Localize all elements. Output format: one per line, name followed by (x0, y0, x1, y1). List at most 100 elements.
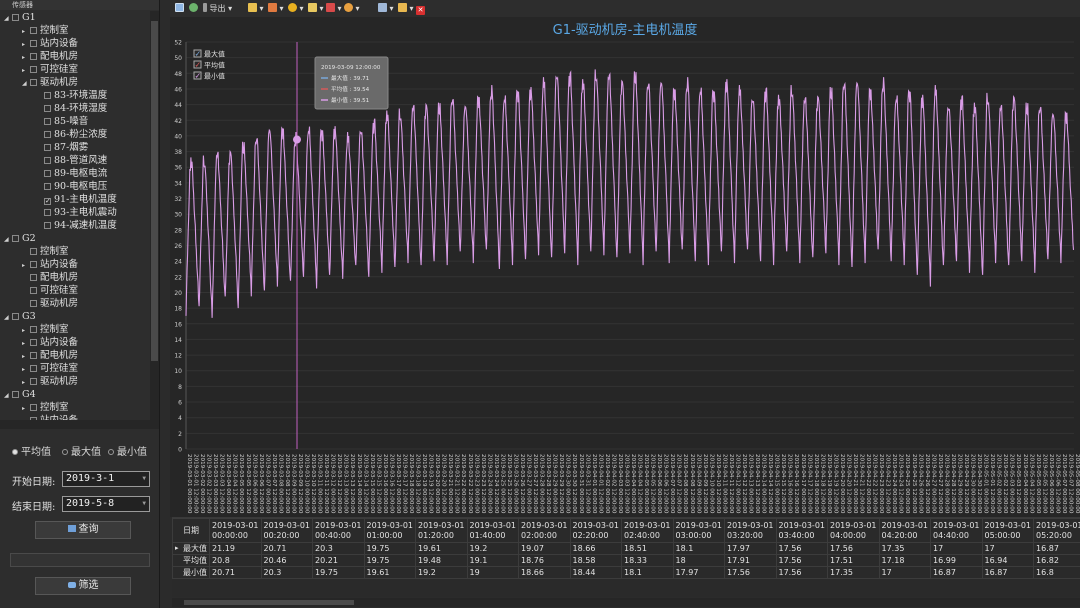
tree-checkbox[interactable] (44, 222, 51, 229)
print-icon[interactable]: ▾ (398, 3, 414, 14)
table-cell[interactable]: 17.56 (827, 542, 880, 555)
column-header[interactable]: 2019-03-01 04:00:00 (827, 518, 880, 543)
tree-node[interactable]: 可控硅室 (22, 284, 78, 297)
line-chart-icon[interactable]: ▾ (268, 3, 284, 14)
color-icon[interactable]: ▾ (326, 3, 342, 14)
tree-node[interactable]: ✓ 91-主电机温度 (36, 193, 117, 206)
table-cell[interactable]: 18.1 (621, 566, 674, 579)
tree-node[interactable]: 87-烟雾 (36, 141, 88, 154)
tree-checkbox[interactable] (44, 131, 51, 138)
filter-button[interactable]: 筛选 (35, 577, 131, 595)
table-cell[interactable]: 18.76 (518, 554, 571, 567)
table-cell[interactable]: 17.56 (775, 566, 828, 579)
table-cell[interactable]: 18.66 (518, 566, 571, 579)
column-header[interactable]: 2019-03-01 04:20:00 (878, 518, 931, 543)
table-cell[interactable]: 19 (466, 566, 519, 579)
start-date-input[interactable]: 2019-3-1 ▼ (62, 471, 150, 487)
table-cell[interactable]: 17.35 (878, 542, 931, 555)
chevron-down-icon[interactable]: ▼ (142, 497, 146, 511)
tree-checkbox[interactable] (30, 27, 37, 34)
table-cell[interactable]: 18.51 (621, 542, 674, 555)
tree-checkbox[interactable] (30, 352, 37, 359)
table-cell[interactable]: 17.97 (672, 566, 725, 579)
tree-node[interactable]: 配电机房 (22, 271, 78, 284)
column-header[interactable]: 2019-03-01 00:40:00 (312, 518, 365, 543)
table-cell[interactable]: 20.71 (209, 566, 262, 579)
radio-max[interactable]: 最大值 (62, 443, 101, 458)
table-cell[interactable]: 18.1 (672, 542, 725, 555)
column-header[interactable]: 2019-03-01 02:00:00 (518, 518, 571, 543)
tree-node[interactable]: ▸ 可控硅室 (22, 63, 78, 76)
table-cell[interactable]: 16.87 (1033, 542, 1080, 555)
table-cell[interactable]: 17 (930, 542, 983, 555)
sensor-tree[interactable]: ◢ G1 ▸ 控制室 ▸ 站内设备 ▸ 配电机房 ▸ 可控硅室 ◢ 驱动机房 83-环境温度 84-环境湿… (0, 11, 150, 429)
column-header[interactable]: 2019-03-01 01:20:00 (415, 518, 468, 543)
column-header[interactable]: 2019-03-01 04:40:00 (930, 518, 983, 543)
table-cell[interactable]: 17.35 (827, 566, 880, 579)
table-cell[interactable]: 21.19 (209, 542, 262, 555)
table-cell[interactable]: 17.97 (724, 542, 777, 555)
tree-node[interactable]: 89-电枢电流 (36, 167, 107, 180)
pie-chart-icon[interactable]: ▾ (288, 3, 304, 14)
tree-node[interactable]: ▸配电机房 (22, 50, 78, 63)
tree-checkbox[interactable] (30, 326, 37, 333)
tree-node[interactable]: 93-主电机震动 (36, 206, 117, 219)
tree-checkbox[interactable] (44, 183, 51, 190)
table-cell[interactable]: 19.75 (312, 566, 365, 579)
tree-node[interactable]: 88-管道风速 (36, 154, 107, 167)
tree-checkbox[interactable] (44, 105, 51, 112)
tree-checkbox[interactable] (30, 40, 37, 47)
tree-node[interactable]: ▸ 驱动机房 (22, 375, 78, 388)
tree-node[interactable]: 90-电枢电压 (36, 180, 107, 193)
tree-vertical-scrollbar[interactable] (150, 11, 159, 429)
close-icon[interactable]: ✕ (416, 3, 425, 15)
query-button[interactable]: 查询 (35, 521, 131, 539)
table-cell[interactable]: 19.75 (363, 554, 416, 567)
tree-node[interactable]: ◢ G4 (4, 388, 36, 401)
table-cell[interactable]: 19.2 (415, 566, 468, 579)
expand-open-icon[interactable]: ◢ (4, 233, 12, 246)
table-cell[interactable]: 19.61 (415, 542, 468, 555)
table-cell[interactable]: 16.82 (1033, 554, 1080, 567)
tree-node[interactable]: 控制室 (22, 245, 69, 258)
tree-node[interactable]: ◢ G1 (4, 11, 36, 24)
end-date-input[interactable]: 2019-5-8 ▼ (62, 496, 150, 512)
table-cell[interactable]: 16.87 (930, 566, 983, 579)
tree-checkbox[interactable] (44, 118, 51, 125)
table-cell[interactable]: 17.56 (724, 566, 777, 579)
expand-open-icon[interactable]: ◢ (4, 12, 12, 25)
column-header[interactable]: 2019-03-01 01:00:00 (363, 518, 416, 543)
tree-checkbox[interactable] (30, 274, 37, 281)
chevron-down-icon[interactable]: ▼ (142, 472, 146, 486)
table-cell[interactable]: 19.48 (415, 554, 468, 567)
tree-node[interactable]: ◢ 驱动机房 (22, 76, 78, 89)
table-cell[interactable]: 18.58 (569, 554, 622, 567)
column-header[interactable]: 2019-03-01 00:20:00 (260, 518, 313, 543)
column-header[interactable]: 2019-03-01 00:00:00 (209, 518, 262, 543)
grid-icon[interactable]: ▾ (378, 3, 394, 14)
refresh-icon[interactable] (189, 3, 198, 14)
table-cell[interactable]: 20.8 (209, 554, 262, 567)
tree-checkbox[interactable] (12, 391, 19, 398)
table-row[interactable]: 最小值 20.71 20.3 19.75 19.61 19.2 19 18.66 18.44 18… (172, 566, 1080, 579)
scrollbar-thumb[interactable] (151, 21, 158, 361)
tree-checkbox[interactable] (30, 365, 37, 372)
tree-node[interactable]: ▸配电机房 (22, 349, 78, 362)
tree-checkbox[interactable] (30, 248, 37, 255)
table-cell[interactable]: 19.75 (363, 542, 416, 555)
tree-checkbox[interactable] (30, 404, 37, 411)
table-horizontal-scrollbar[interactable] (172, 598, 1080, 607)
area-chart-icon[interactable]: ▾ (308, 3, 324, 14)
tree-checkbox[interactable] (30, 339, 37, 346)
tree-checkbox[interactable] (30, 300, 37, 307)
table-cell[interactable]: 17 (878, 566, 931, 579)
tree-node[interactable]: ▸站内设备 (22, 37, 78, 50)
table-cell[interactable]: 19.1 (466, 554, 519, 567)
table-cell[interactable]: 20.3 (312, 542, 365, 555)
table-cell[interactable]: 17.56 (775, 542, 828, 555)
tree-checkbox[interactable] (30, 287, 37, 294)
temperature-chart[interactable]: G1-驱动机房-主电机温度024681012141618202224262830… (170, 17, 1080, 517)
tree-node[interactable]: 86-粉尘浓度 (36, 128, 107, 141)
table-cell[interactable]: 17.51 (827, 554, 880, 567)
tree-node[interactable]: 94-减速机温度 (36, 219, 117, 232)
